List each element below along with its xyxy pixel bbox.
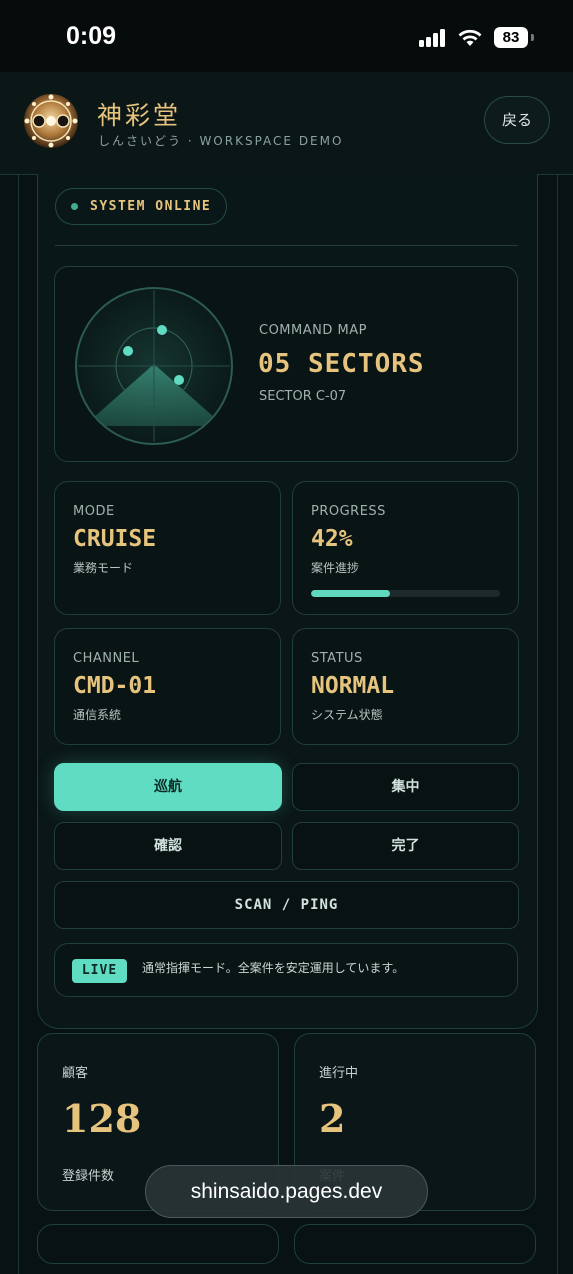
command-map-value: 05 SECTORS bbox=[258, 349, 425, 379]
kpi-card-partial bbox=[37, 1224, 279, 1264]
browser-url-bar[interactable]: shinsaido.pages.dev bbox=[145, 1165, 428, 1218]
mode-button-focus[interactable]: 集中 bbox=[292, 763, 519, 811]
kpi-label: 顧客 bbox=[62, 1066, 89, 1081]
stat-caption: システム状態 bbox=[311, 708, 383, 722]
wifi-icon bbox=[458, 29, 482, 46]
command-map-sector: SECTOR C-07 bbox=[259, 389, 347, 404]
stat-card-progress: PROGRESS 42% 案件進捗 bbox=[292, 481, 519, 615]
progress-bar bbox=[311, 590, 500, 597]
back-button[interactable]: 戻る bbox=[484, 96, 550, 144]
stat-card-mode: MODE CRUISE 業務モード bbox=[54, 481, 281, 615]
scan-ping-button[interactable]: SCAN / PING bbox=[54, 881, 519, 929]
radar-blip bbox=[157, 325, 167, 335]
kpi-label: 進行中 bbox=[319, 1066, 359, 1081]
kpi-caption: 登録件数 bbox=[62, 1169, 115, 1184]
online-indicator-icon bbox=[71, 203, 78, 210]
mode-button-cruise[interactable]: 巡航 bbox=[54, 763, 282, 811]
stat-caption: 業務モード bbox=[73, 561, 134, 575]
stat-value: 42% bbox=[311, 526, 353, 552]
brand-subtitle: しんさいどう · WORKSPACE DEMO bbox=[98, 134, 344, 148]
brand-title: 神彩堂 bbox=[97, 101, 182, 130]
radar-blip bbox=[174, 375, 184, 385]
stat-label: PROGRESS bbox=[311, 504, 386, 519]
system-status-pill: SYSTEM ONLINE bbox=[55, 188, 227, 225]
clock: 0:09 bbox=[66, 22, 117, 50]
stat-value: NORMAL bbox=[311, 673, 395, 699]
divider bbox=[55, 245, 518, 246]
app-header: 神彩堂 しんさいどう · WORKSPACE DEMO 戻る bbox=[0, 72, 573, 175]
cellular-signal-icon bbox=[419, 29, 447, 47]
kpi-card-partial bbox=[294, 1224, 536, 1264]
stat-value: CRUISE bbox=[73, 526, 157, 552]
battery-icon: 83 bbox=[494, 27, 528, 48]
status-bar: 0:09 83 bbox=[0, 0, 573, 72]
mode-button-check[interactable]: 確認 bbox=[54, 822, 282, 870]
command-map-label: COMMAND MAP bbox=[259, 323, 367, 338]
stat-card-status: STATUS NORMAL システム状態 bbox=[292, 628, 519, 745]
stat-label: STATUS bbox=[311, 651, 363, 666]
radar-icon bbox=[75, 287, 233, 445]
stat-caption: 通信系統 bbox=[73, 708, 122, 722]
stat-label: CHANNEL bbox=[73, 651, 140, 666]
radar-blip bbox=[123, 346, 133, 356]
system-status-label: SYSTEM ONLINE bbox=[90, 199, 212, 214]
battery-tip bbox=[531, 34, 534, 41]
live-badge: LIVE bbox=[72, 959, 127, 983]
live-message: 通常指揮モード。全案件を安定運用しています。 bbox=[142, 961, 405, 975]
progress-bar-fill bbox=[311, 590, 391, 597]
stat-card-channel: CHANNEL CMD-01 通信系統 bbox=[54, 628, 281, 745]
brand-logo bbox=[24, 94, 78, 148]
kpi-value: 128 bbox=[62, 1096, 142, 1141]
stat-value: CMD-01 bbox=[73, 673, 157, 699]
stat-caption: 案件進捗 bbox=[311, 561, 360, 575]
kpi-value: 2 bbox=[319, 1096, 346, 1141]
stat-label: MODE bbox=[73, 504, 115, 519]
command-map-card: COMMAND MAP 05 SECTORS SECTOR C-07 bbox=[54, 266, 518, 462]
live-status-bar: LIVE 通常指揮モード。全案件を安定運用しています。 bbox=[54, 943, 518, 997]
mode-button-complete[interactable]: 完了 bbox=[292, 822, 519, 870]
